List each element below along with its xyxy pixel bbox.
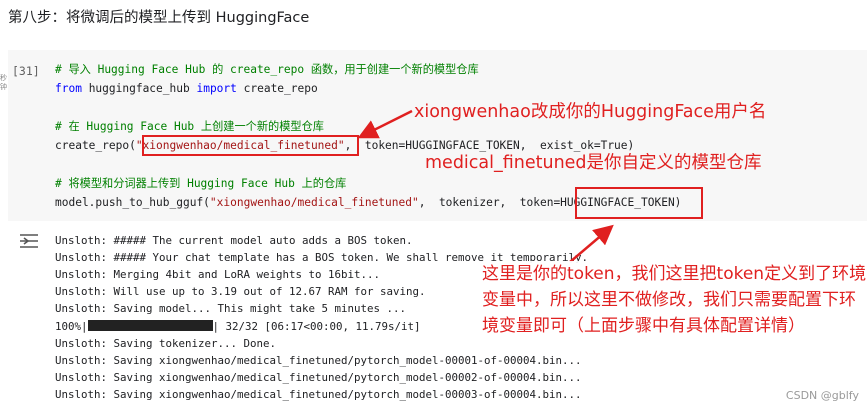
annotation-token: 这里是你的token，我们这里把token定义到了环境变量中，所以这里不做修改，… bbox=[482, 261, 867, 339]
annotation-arrows bbox=[357, 109, 614, 263]
watermark: CSDN @gblfy bbox=[785, 389, 859, 402]
annotation-username: xiongwenhao改成你的HuggingFace用户名 bbox=[414, 102, 767, 122]
annotation-repo: medical_finetuned是你自定义的模型仓库 bbox=[425, 153, 762, 173]
